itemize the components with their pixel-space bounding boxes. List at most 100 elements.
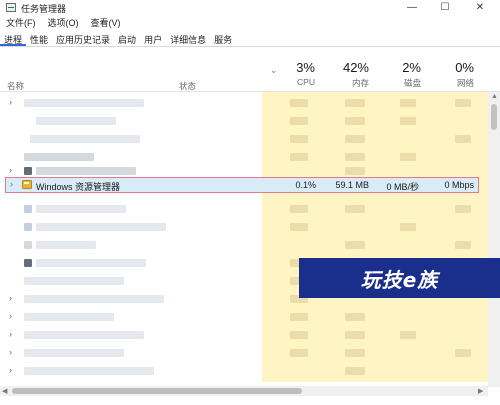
column-memory-header[interactable]: 42% 内存 [309, 60, 369, 89]
obscured-name [24, 313, 114, 321]
column-header: 名称 状态 ⌄ 3% CPU 42% 内存 2% 磁盘 0% 网络 [0, 58, 500, 92]
expand-chevron-icon[interactable]: › [9, 329, 12, 339]
obscured-icon [24, 241, 32, 249]
column-status-header[interactable]: 状态 [179, 80, 196, 92]
obscured-name [36, 241, 96, 249]
obscured-name [24, 367, 154, 375]
disk-total-percent: 2% [402, 60, 421, 75]
obscured-value [455, 349, 471, 357]
obscured-value [290, 205, 308, 213]
column-name-header[interactable]: 名称 [7, 80, 24, 92]
obscured-value [290, 349, 308, 357]
task-manager-app-icon [6, 3, 16, 12]
obscured-name [36, 117, 116, 125]
obscured-value [290, 135, 308, 143]
obscured-value [345, 313, 365, 321]
tab-services[interactable]: 服务 [210, 33, 236, 46]
obscured-value [345, 349, 365, 357]
obscured-icon [24, 205, 32, 213]
obscured-value [290, 331, 308, 339]
process-row-obscured[interactable]: › [0, 362, 488, 380]
window-title: 任务管理器 [21, 4, 67, 14]
column-cpu-header[interactable]: 3% CPU [255, 60, 315, 87]
tab-bar: 进程 性能 应用历史记录 启动 用户 详细信息 服务 [0, 33, 500, 47]
expand-chevron-icon[interactable]: › [9, 293, 12, 303]
horizontal-scrollbar[interactable]: ◀ ▶ [0, 386, 488, 396]
network-total-percent: 0% [455, 60, 474, 75]
process-row-obscured[interactable]: › [0, 308, 488, 326]
tab-app-history[interactable]: 应用历史记录 [52, 33, 114, 46]
obscured-value [455, 205, 471, 213]
watermark-text: 玩技e族 [360, 267, 439, 292]
obscured-icon [24, 167, 32, 175]
expand-chevron-icon[interactable]: › [9, 365, 12, 375]
process-row-obscured[interactable] [0, 218, 488, 236]
folder-icon [22, 180, 32, 189]
process-disk: 0 MB/秒 [386, 182, 419, 192]
title-bar: 任务管理器 — ☐ ✕ [0, 0, 500, 15]
obscured-value [345, 153, 365, 161]
obscured-value [345, 331, 365, 339]
cpu-total-percent: 3% [296, 60, 315, 75]
expand-chevron-icon[interactable]: › [9, 347, 12, 357]
memory-label: 内存 [351, 78, 369, 88]
obscured-value [290, 313, 308, 321]
obscured-value [455, 241, 471, 249]
obscured-name [36, 223, 166, 231]
obscured-value [345, 205, 365, 213]
close-button[interactable]: ✕ [460, 0, 500, 15]
tab-users[interactable]: 用户 [140, 33, 166, 46]
obscured-icon [24, 223, 32, 231]
tab-startup[interactable]: 启动 [114, 33, 140, 46]
maximize-button[interactable]: ☐ [425, 0, 465, 15]
obscured-name [24, 349, 124, 357]
menu-bar: 文件(F) 选项(O) 查看(V) [0, 16, 127, 30]
process-row-obscured[interactable]: › [0, 94, 488, 112]
column-disk-header[interactable]: 2% 磁盘 [361, 60, 421, 89]
obscured-value [455, 99, 471, 107]
obscured-icon [24, 259, 32, 267]
process-row-obscured[interactable] [0, 130, 488, 148]
obscured-name [24, 153, 94, 161]
tab-processes[interactable]: 进程 [0, 33, 27, 46]
tab-performance[interactable]: 性能 [26, 33, 52, 46]
scroll-left-arrow-icon[interactable]: ◀ [2, 387, 7, 395]
obscured-name [36, 167, 136, 175]
obscured-name [36, 259, 146, 267]
obscured-value [290, 153, 308, 161]
process-row-obscured[interactable] [0, 112, 488, 130]
scroll-right-arrow-icon[interactable]: ▶ [478, 387, 483, 395]
horizontal-scroll-thumb[interactable] [12, 388, 302, 394]
memory-total-percent: 42% [342, 60, 369, 75]
column-network-header[interactable]: 0% 网络 [414, 60, 474, 89]
obscured-value [290, 223, 308, 231]
disk-label: 磁盘 [403, 78, 421, 88]
process-row-obscured[interactable] [0, 236, 488, 254]
watermark-banner: 玩技e族 [299, 258, 500, 298]
expand-chevron-icon[interactable]: › [9, 165, 12, 175]
obscured-value [345, 167, 365, 175]
process-row-obscured[interactable]: › [0, 326, 488, 344]
obscured-value [345, 241, 365, 249]
tab-details[interactable]: 详细信息 [166, 33, 210, 46]
obscured-name [30, 135, 140, 143]
vertical-scrollbar[interactable]: ▲ [488, 92, 500, 387]
process-row-obscured[interactable] [0, 200, 488, 218]
obscured-value [345, 117, 365, 125]
process-row-windows-explorer[interactable]: › Windows 资源管理器 0.1% 59.1 MB 0 MB/秒 0 Mb… [5, 177, 479, 193]
menu-options[interactable]: 选项(O) [42, 16, 85, 30]
cpu-label: CPU [297, 77, 315, 87]
menu-view[interactable]: 查看(V) [85, 16, 127, 30]
expand-chevron-icon[interactable]: › [9, 311, 12, 321]
obscured-value [400, 99, 416, 107]
scroll-up-arrow-icon[interactable]: ▲ [491, 93, 498, 100]
obscured-value [400, 223, 416, 231]
obscured-value [400, 153, 416, 161]
expand-chevron-icon[interactable]: › [9, 97, 12, 107]
expand-chevron-icon[interactable]: › [10, 179, 13, 189]
process-row-obscured[interactable]: › [0, 344, 488, 362]
obscured-name [24, 331, 144, 339]
vertical-scroll-thumb[interactable] [491, 104, 497, 130]
menu-file[interactable]: 文件(F) [0, 16, 42, 30]
task-manager-window: 任务管理器 — ☐ ✕ 文件(F) 选项(O) 查看(V) 进程 性能 应用历史… [0, 0, 500, 405]
